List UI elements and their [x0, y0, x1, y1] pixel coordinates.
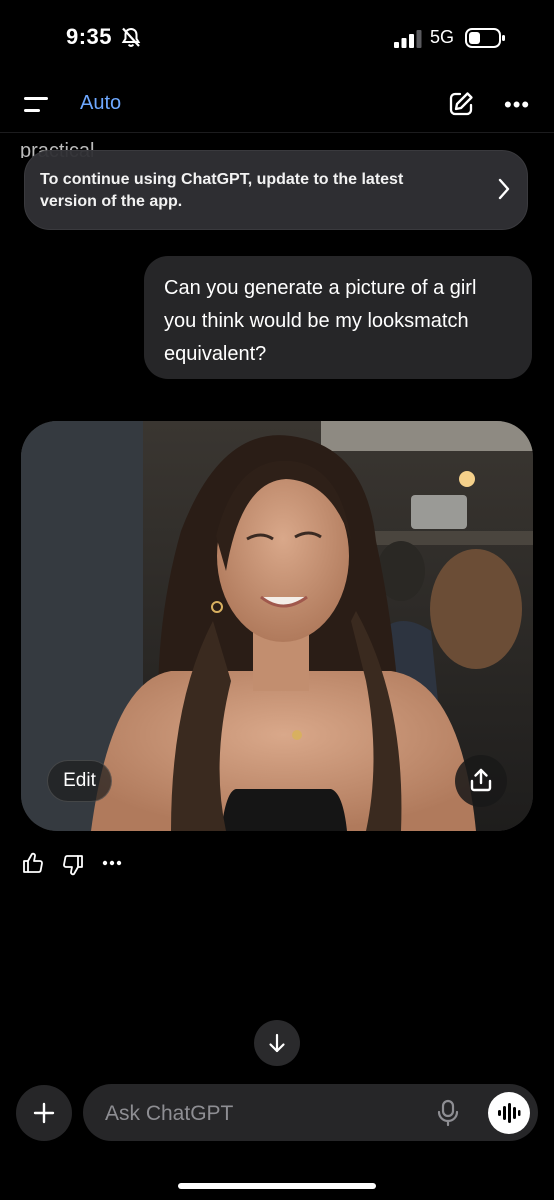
menu-icon[interactable]: [24, 95, 50, 115]
status-bar: 9:35 5G: [0, 0, 554, 70]
bell-slash-icon: [121, 27, 141, 47]
battery-icon: [465, 28, 505, 48]
scroll-down-button[interactable]: [254, 1020, 300, 1066]
composer: [83, 1084, 538, 1143]
mic-icon[interactable]: [437, 1099, 459, 1127]
attach-button[interactable]: [16, 1085, 72, 1141]
chevron-right-icon: [498, 178, 510, 200]
compose-icon[interactable]: [447, 90, 475, 118]
edit-button[interactable]: Edit: [47, 760, 112, 802]
update-banner[interactable]: To continue using ChatGPT, update to the…: [24, 150, 528, 230]
user-message-text: Can you generate a picture of a girl you…: [164, 277, 477, 365]
model-selector[interactable]: Auto: [80, 92, 121, 115]
network-type: 5G: [430, 27, 455, 47]
update-banner-text: To continue using ChatGPT, update to the…: [40, 171, 404, 210]
user-message-bubble: Can you generate a picture of a girl you…: [144, 256, 532, 379]
share-button[interactable]: [455, 755, 507, 807]
thumbs-down-icon[interactable]: [62, 854, 84, 876]
arrow-down-icon: [269, 1033, 285, 1053]
message-input[interactable]: [103, 1084, 427, 1143]
more-icon[interactable]: [102, 860, 122, 866]
status-time: 9:35: [66, 24, 113, 49]
plus-icon: [33, 1102, 55, 1124]
voice-mode-icon: [498, 1103, 521, 1123]
signal-icon: [394, 30, 422, 48]
voice-mode-button[interactable]: [488, 1092, 530, 1134]
more-icon[interactable]: •••: [504, 92, 530, 118]
home-indicator: [178, 1183, 376, 1189]
thumbs-up-icon[interactable]: [22, 852, 44, 874]
share-icon: [470, 768, 492, 792]
top-nav: Auto •••: [0, 78, 554, 133]
